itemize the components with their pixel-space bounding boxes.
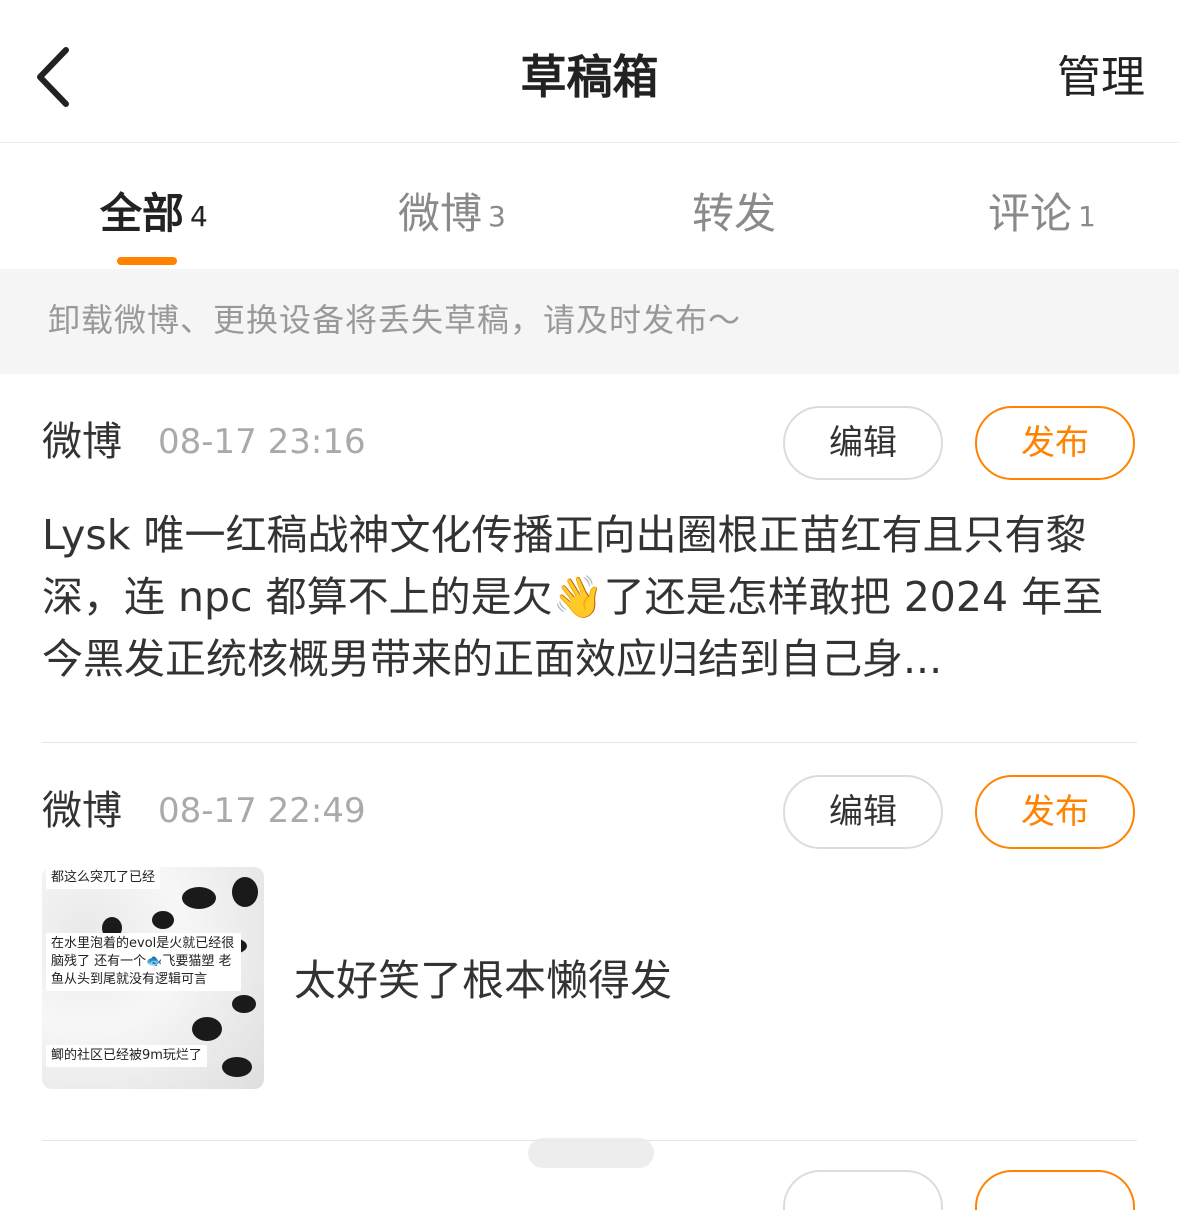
publish-button[interactable]: 发布 — [975, 406, 1135, 480]
tab-count: 4 — [190, 200, 208, 233]
manage-button[interactable]: 管理 — [1057, 48, 1145, 108]
draft-item[interactable]: 微博 08-17 22:49 编辑 发布 都这么突兀了已经 在水里泡着的evol… — [0, 743, 1179, 1141]
draft-thumbnail[interactable]: 都这么突兀了已经 在水里泡着的evol是火就已经很脑残了 还有一个🐟飞要猫塑 老… — [42, 867, 264, 1089]
tab-label: 全部 — [100, 189, 185, 238]
draft-time: 08-17 23:16 — [158, 422, 366, 462]
draft-type: 微博 — [42, 788, 122, 834]
page-title: 草稿箱 — [520, 50, 659, 104]
thumb-spot — [232, 995, 256, 1013]
draft-time: 08-17 22:49 — [158, 791, 366, 831]
tab-all[interactable]: 全部 4 — [100, 179, 208, 249]
publish-button-partial[interactable] — [975, 1170, 1135, 1210]
thumb-text: 鲫的社区已经被9m玩烂了 — [46, 1045, 207, 1067]
thumb-text: 在水里泡着的evol是火就已经很脑残了 还有一个🐟飞要猫塑 老鱼从头到尾就没有逻… — [46, 933, 241, 991]
publish-button[interactable]: 发布 — [975, 775, 1135, 849]
tab-weibo[interactable]: 微博 3 — [398, 179, 506, 249]
draft-warning-banner: 卸载微博、更换设备将丢失草稿，请及时发布～ — [0, 269, 1179, 374]
edit-button[interactable]: 编辑 — [783, 406, 943, 480]
tab-count: 3 — [488, 200, 506, 233]
thumb-spot — [192, 1017, 222, 1041]
tab-label: 微博 — [398, 189, 483, 238]
tab-label: 评论 — [988, 189, 1073, 238]
draft-content: Lysk 唯一红稿战神文化传播正向出圈根正苗红有且只有黎深，连 npc 都算不上… — [42, 511, 1104, 683]
active-tab-indicator — [117, 257, 177, 265]
draft-item[interactable]: 微博 08-17 23:16 编辑 发布 Lysk 唯一红稿战神文化传播正向出圈… — [0, 374, 1179, 744]
draft-type: 微博 — [42, 419, 122, 465]
edit-button[interactable]: 编辑 — [783, 775, 943, 849]
tab-repost[interactable]: 转发 — [692, 179, 776, 249]
tab-comment[interactable]: 评论 1 — [988, 179, 1096, 249]
watermark — [528, 1138, 654, 1168]
tab-label: 转发 — [692, 189, 777, 238]
notice-text: 卸载微博、更换设备将丢失草稿，请及时发布～ — [48, 301, 742, 339]
top-nav-bar: 草稿箱 管理 — [0, 0, 1179, 143]
thumb-spot — [152, 911, 174, 929]
draft-tabs: 全部 4 微博 3 转发 评论 1 — [0, 143, 1179, 269]
tab-count: 1 — [1078, 200, 1096, 233]
thumb-text: 都这么突兀了已经 — [46, 867, 161, 889]
edit-button-partial[interactable] — [783, 1170, 943, 1210]
thumb-spot — [232, 877, 258, 907]
thumb-spot — [222, 1057, 252, 1077]
draft-caption: 太好笑了根本懒得发 — [294, 956, 673, 1005]
thumb-spot — [182, 887, 216, 909]
